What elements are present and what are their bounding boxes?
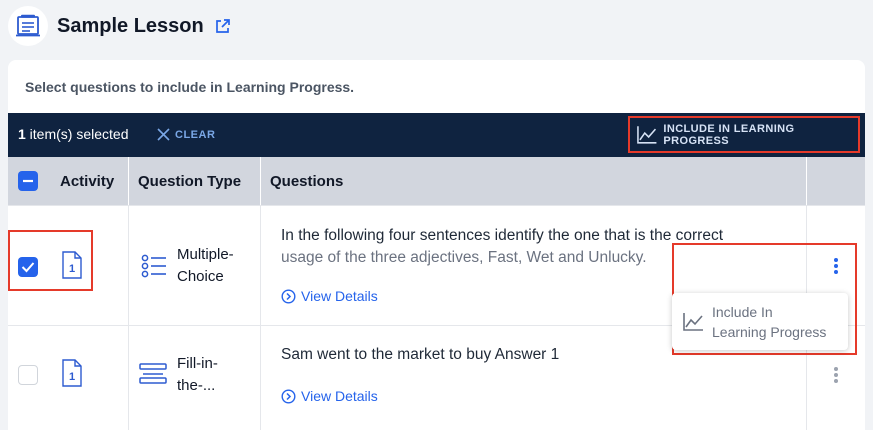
chevron-right-circle-icon — [281, 388, 296, 404]
selection-count-label: item(s) selected — [25, 126, 129, 142]
include-button-label: INCLUDE IN LEARNING PROGRESS — [663, 122, 795, 147]
fill-in-the-blank-icon — [139, 363, 167, 384]
table-header: Activity Question Type Questions — [8, 157, 865, 205]
question-type-line1: Multiple- — [177, 246, 234, 263]
page-title: Sample Lesson — [57, 14, 204, 37]
menu-item-line2: Learning Progress — [712, 323, 827, 340]
menu-item-line1: Include In — [712, 303, 773, 320]
header-activity: Activity — [8, 157, 129, 205]
clear-button[interactable]: CLEAR — [156, 127, 215, 142]
select-all-checkbox[interactable] — [18, 171, 38, 191]
include-in-learning-progress-button[interactable]: INCLUDE IN LEARNING PROGRESS — [628, 116, 860, 153]
multiple-choice-icon — [141, 254, 166, 278]
clear-button-label: CLEAR — [175, 128, 216, 141]
page-header: Sample Lesson — [8, 4, 231, 48]
column-activity: Activity — [60, 172, 115, 190]
view-details-link[interactable]: View Details — [281, 288, 378, 304]
view-details-label: View Details — [301, 288, 378, 304]
menu-item-label: Include In Learning Progress — [712, 302, 840, 342]
row-checkbox[interactable] — [18, 365, 38, 385]
selection-count-number: 1 — [18, 126, 26, 142]
more-options-icon[interactable] — [833, 366, 839, 384]
activity-cell: 1 — [8, 326, 129, 430]
question-type-cell: Fill-in- the-... — [129, 326, 261, 430]
instructions-text: Select questions to include in Learning … — [25, 79, 355, 95]
external-link-icon[interactable] — [214, 18, 231, 35]
question-type-line2: Choice — [177, 268, 224, 285]
question-type-cell: Multiple- Choice — [129, 206, 261, 325]
view-details-label: View Details — [301, 388, 378, 404]
column-actions — [807, 157, 865, 205]
line-chart-icon — [637, 125, 657, 144]
column-question-type: Question Type — [129, 157, 261, 205]
question-type-label: Multiple- Choice — [177, 244, 234, 288]
highlight-row-selection — [8, 230, 93, 291]
activity-number: 1 — [68, 371, 76, 383]
selection-count: 1 item(s) selected — [18, 126, 129, 142]
question-type-line1: Fill-in- — [177, 355, 218, 372]
lesson-icon — [8, 6, 48, 46]
include-in-learning-progress-menu-item[interactable]: Include In Learning Progress — [672, 293, 848, 350]
question-type-label: Fill-in- the-... — [177, 353, 218, 397]
question-type-line2: the-... — [177, 377, 216, 394]
chevron-right-circle-icon — [281, 288, 296, 304]
selection-bar: 1 item(s) selected CLEAR INCLUDE IN LEAR… — [8, 113, 865, 157]
line-chart-icon — [683, 312, 703, 331]
close-icon — [157, 128, 170, 141]
view-details-link[interactable]: View Details — [281, 388, 378, 404]
column-questions: Questions — [261, 157, 807, 205]
